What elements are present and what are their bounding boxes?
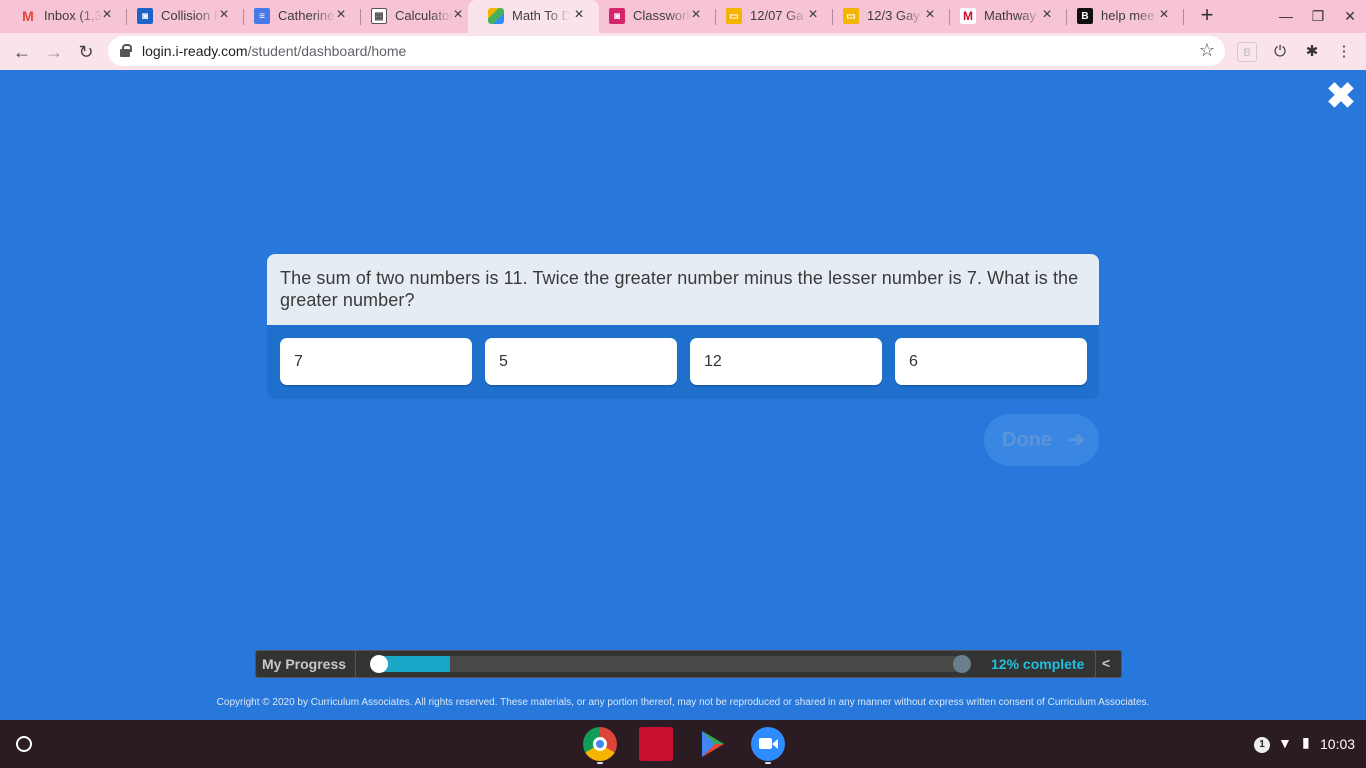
tab-catherine[interactable]: ≡ Catherine × <box>234 0 361 32</box>
power-icon[interactable]: ⏻ <box>1270 42 1290 62</box>
slides-icon: ▭ <box>726 8 742 24</box>
tab-title: Calculator <box>395 8 453 23</box>
extensions-puzzle-icon[interactable]: ✱ <box>1302 42 1322 62</box>
close-tab-icon[interactable]: × <box>333 6 349 24</box>
forward-icon[interactable]: → <box>41 39 67 65</box>
back-icon[interactable]: ← <box>9 39 35 65</box>
tab-title: Inbox (1,3 <box>44 8 102 23</box>
close-tab-icon[interactable]: × <box>1156 6 1172 24</box>
tab-gmail[interactable]: M Inbox (1,3 × <box>0 0 127 32</box>
tab-title: Math To D <box>512 8 570 23</box>
extension-b-icon[interactable]: B <box>1237 42 1257 62</box>
browser-toolbar: ← → ↻ login.i-ready.com/student/dashboar… <box>0 33 1366 70</box>
tab-classwork[interactable]: ◙ Classwork × <box>589 0 716 32</box>
collapse-progress-button[interactable]: < <box>1102 655 1110 671</box>
tab-title: Mathway <box>984 8 1037 23</box>
tab-slides-1207[interactable]: ▭ 12/07 Ga × <box>706 0 833 32</box>
close-tab-icon[interactable]: × <box>688 6 704 24</box>
minimize-icon[interactable]: — <box>1275 5 1297 27</box>
sketchup-icon[interactable] <box>639 727 673 761</box>
url-path: /student/dashboard/home <box>247 43 407 59</box>
chrome-icon[interactable] <box>583 727 617 761</box>
clock[interactable]: 10:03 <box>1320 736 1355 752</box>
tab-calculator[interactable]: ▦ Calculator × <box>351 0 478 32</box>
close-tab-icon[interactable]: × <box>805 6 821 24</box>
progress-label: My Progress <box>262 656 347 672</box>
new-tab-icon[interactable]: + <box>1196 4 1218 28</box>
question-card: The sum of two numbers is 11. Twice the … <box>267 254 1099 399</box>
brainly-icon: B <box>1077 8 1093 24</box>
progress-bar: My Progress 12% complete < <box>255 650 1122 678</box>
url-text[interactable]: login.i-ready.com/student/dashboard/home <box>142 43 406 59</box>
progress-end-knob <box>953 655 971 673</box>
battery-icon[interactable]: ▮ <box>1302 734 1310 751</box>
done-button[interactable]: Done ➔ <box>984 414 1099 466</box>
play-store-icon[interactable] <box>695 727 729 761</box>
tab-slides-123[interactable]: ▭ 12/3 Gay × <box>823 0 950 32</box>
progress-start-knob <box>370 655 388 673</box>
classroom-icon: ◙ <box>609 8 625 24</box>
tab-title: 12/3 Gay <box>867 8 920 23</box>
progress-track <box>370 655 971 673</box>
classroom-icon: ◙ <box>137 8 153 24</box>
close-tab-icon[interactable]: × <box>922 6 938 24</box>
mathway-icon: M <box>960 8 976 24</box>
tab-title: help mee <box>1101 8 1155 23</box>
url-host: login.i-ready.com <box>142 43 248 59</box>
window-close-icon[interactable]: ✕ <box>1339 5 1361 27</box>
close-tab-icon[interactable]: × <box>216 6 232 24</box>
tab-title: Collision F <box>161 8 219 23</box>
answer-option-3[interactable]: 12 <box>690 338 882 385</box>
done-label: Done <box>1002 429 1052 451</box>
close-tab-icon[interactable]: × <box>1039 6 1055 24</box>
gmail-icon: M <box>22 8 34 24</box>
bookmark-star-icon[interactable]: ☆ <box>1199 40 1215 61</box>
taskbar: 1 ▼ ▮ 10:03 <box>0 720 1366 768</box>
iready-icon <box>488 8 504 24</box>
question-text: The sum of two numbers is 11. Twice the … <box>267 254 1099 325</box>
tab-mathway[interactable]: M Mathway × <box>940 0 1067 32</box>
progress-fill <box>379 656 450 672</box>
tab-title: Catherine <box>278 8 335 23</box>
close-tab-icon[interactable]: × <box>99 6 115 24</box>
reload-icon[interactable]: ↻ <box>73 39 99 65</box>
wifi-icon[interactable]: ▼ <box>1278 735 1292 751</box>
answer-option-2[interactable]: 5 <box>485 338 677 385</box>
menu-kebab-icon[interactable]: ⋮ <box>1334 42 1354 62</box>
progress-percent: 12% complete <box>991 656 1085 672</box>
tab-collision[interactable]: ◙ Collision F × <box>117 0 244 32</box>
zoom-icon[interactable] <box>751 727 785 761</box>
tab-math-to-do[interactable]: Math To D × <box>468 0 599 33</box>
tab-title: Classwork <box>633 8 691 23</box>
close-lesson-icon[interactable]: ✖ <box>1325 78 1357 114</box>
calculator-icon: ▦ <box>371 8 387 24</box>
arrow-right-icon: ➔ <box>1068 429 1085 451</box>
copyright-notice: Copyright © 2020 by Curriculum Associate… <box>216 697 1150 708</box>
close-tab-icon[interactable]: × <box>571 6 587 24</box>
answer-option-4[interactable]: 6 <box>895 338 1087 385</box>
lock-icon <box>120 44 132 57</box>
launcher-icon[interactable] <box>16 736 32 752</box>
address-bar[interactable]: login.i-ready.com/student/dashboard/home… <box>108 36 1225 66</box>
tab-help[interactable]: B help mee × <box>1057 0 1184 32</box>
answer-option-1[interactable]: 7 <box>280 338 472 385</box>
tab-title: 12/07 Ga <box>750 8 804 23</box>
docs-icon: ≡ <box>254 8 270 24</box>
notification-count[interactable]: 1 <box>1254 737 1270 753</box>
tab-strip: M Inbox (1,3 × ◙ Collision F × ≡ Catheri… <box>0 0 1366 33</box>
close-tab-icon[interactable]: × <box>450 6 466 24</box>
slides-icon: ▭ <box>843 8 859 24</box>
restore-icon[interactable]: ❐ <box>1307 5 1329 27</box>
